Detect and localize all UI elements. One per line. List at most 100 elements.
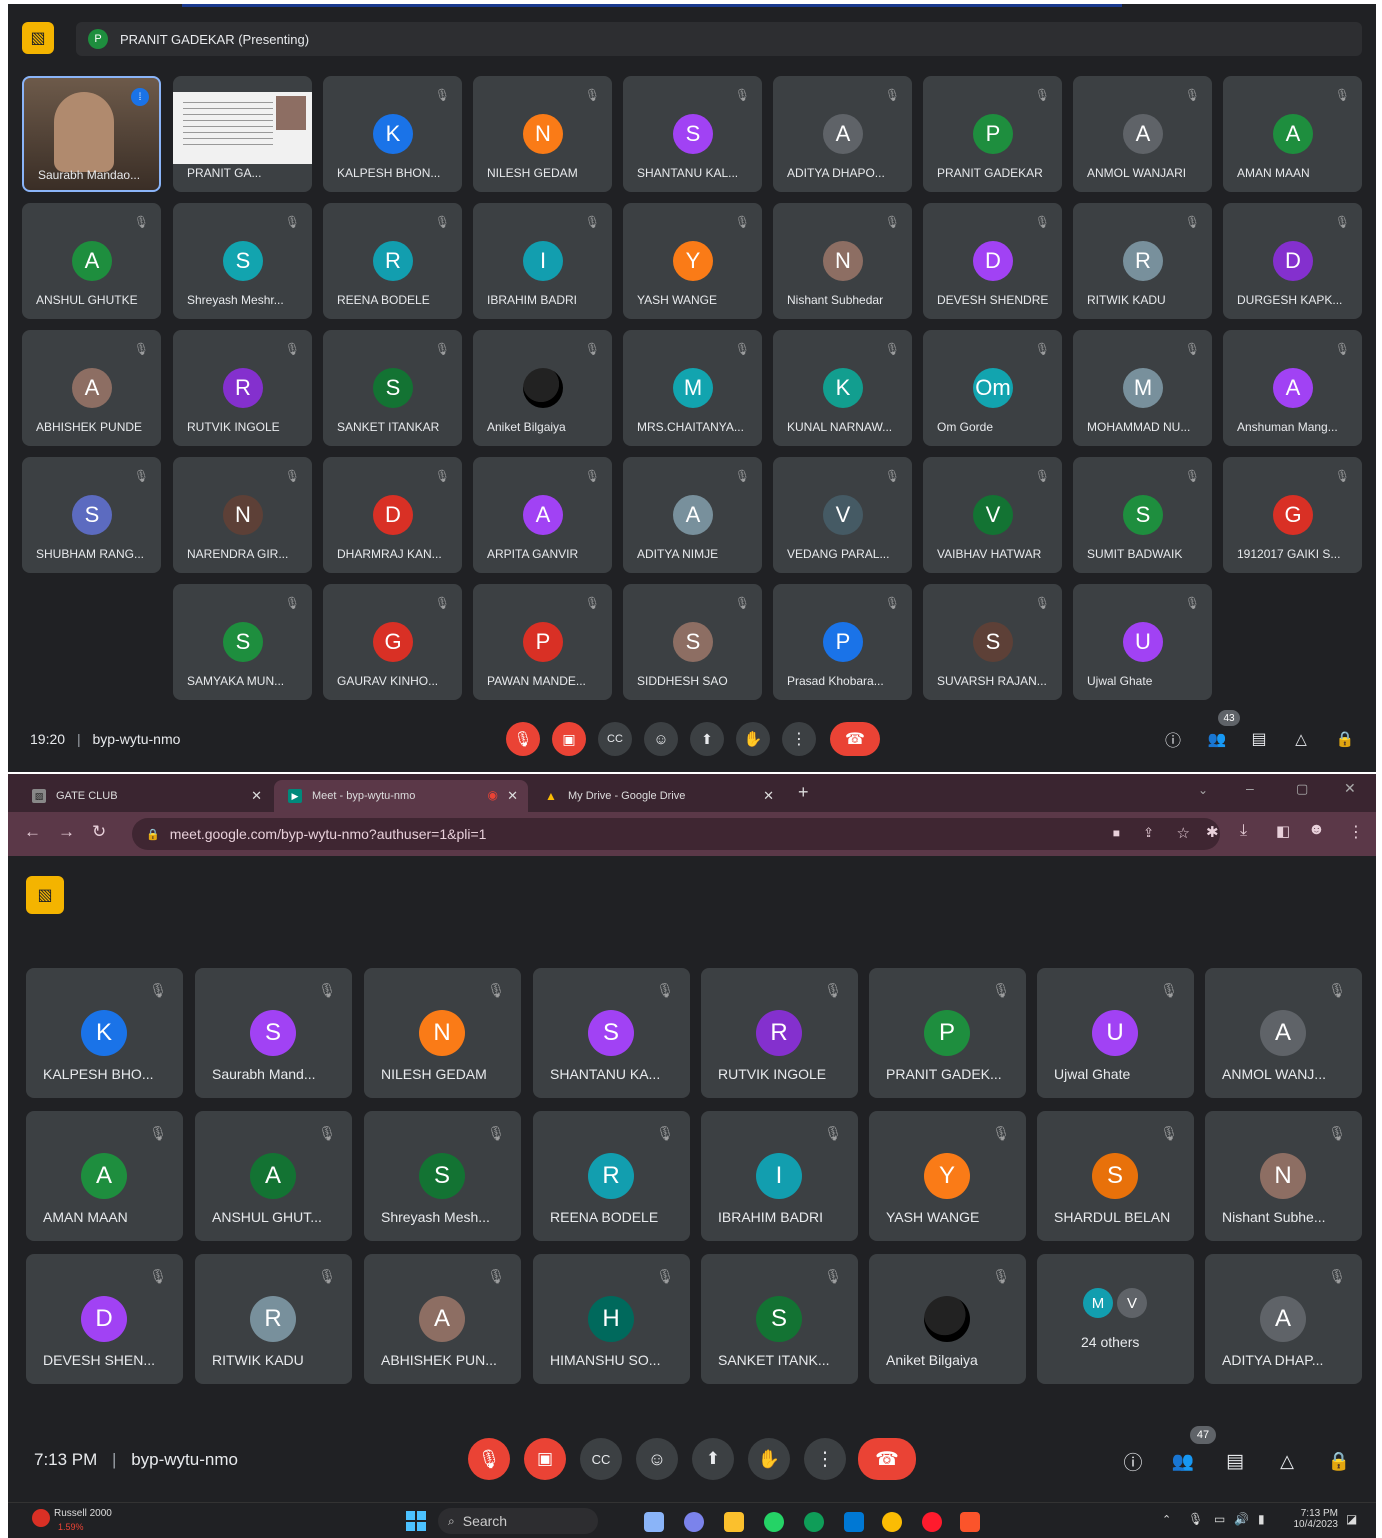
host-controls-icon[interactable]: 🔒 — [1326, 1448, 1352, 1474]
participant-tile[interactable]: 🎙 U Ujwal Ghate — [1037, 968, 1194, 1098]
people-icon[interactable]: 👥 — [1206, 728, 1228, 750]
more-options-icon[interactable]: ⋮ — [782, 722, 816, 756]
side-panel-icon[interactable]: ◧ — [1276, 822, 1290, 840]
download-icon[interactable]: ⤓ — [1240, 822, 1247, 840]
participant-tile[interactable]: 🎙 Aniket Bilgaiya — [869, 1254, 1026, 1384]
edge-icon[interactable] — [804, 1512, 824, 1532]
back-icon[interactable]: ← — [24, 822, 41, 842]
participant-tile[interactable]: 🎙 A AMAN MAAN — [1223, 76, 1362, 192]
participant-tile[interactable]: 🎙 S SANKET ITANKAR — [323, 330, 462, 446]
participant-tile[interactable]: 🎙 U Ujwal Ghate — [1073, 584, 1212, 700]
participant-tile[interactable]: 🎙 H HIMANSHU SO... — [533, 1254, 690, 1384]
participant-tile[interactable]: 🎙 G 1912017 GAIKI S... — [1223, 457, 1362, 573]
chrome-icon[interactable] — [882, 1512, 902, 1532]
participant-tile[interactable]: 🎙 R RUTVIK INGOLE — [701, 968, 858, 1098]
menu-icon[interactable]: ⋮ — [1348, 822, 1364, 842]
tab-meet[interactable]: ▶ Meet - byp-wytu-nmo ◉ ✕ — [274, 780, 528, 812]
participant-tile[interactable]: ⁞ Saurabh Mandao... — [22, 76, 161, 192]
tab-drive[interactable]: ▲ My Drive - Google Drive ✕ — [530, 780, 784, 812]
clock[interactable]: 7:13 PM 10/4/2023 — [1288, 1508, 1339, 1530]
participant-tile[interactable]: 🎙 A ANMOL WANJARI — [1073, 76, 1212, 192]
chat-icon[interactable]: ▤ — [1248, 728, 1270, 750]
participant-tile[interactable]: 🎙 D DEVESH SHEN... — [26, 1254, 183, 1384]
teams-icon[interactable] — [684, 1512, 704, 1532]
mic-muted-icon[interactable]: 🎙 — [506, 722, 540, 756]
participant-tile[interactable]: 🎙 D DURGESH KAPK... — [1223, 203, 1362, 319]
participant-tile[interactable]: 🎙 M MOHAMMAD NU... — [1073, 330, 1212, 446]
participant-tile[interactable]: 🎙 Y YASH WANGE — [623, 203, 762, 319]
participant-tile[interactable]: 🎙 P PRANIT GADEK... — [869, 968, 1026, 1098]
emoji-icon[interactable]: ☺ — [644, 722, 678, 756]
file-explorer-icon[interactable] — [724, 1512, 744, 1532]
participant-tile[interactable]: 🎙 N NILESH GEDAM — [473, 76, 612, 192]
volume-icon[interactable]: 🔊 — [1234, 1512, 1249, 1526]
camera-off-icon[interactable]: ▣ — [552, 722, 586, 756]
battery-icon[interactable]: ▮ — [1258, 1512, 1265, 1526]
camera-off-icon[interactable]: ▣ — [524, 1438, 566, 1480]
tray-expand-icon[interactable]: ⌃ — [1162, 1513, 1171, 1526]
participant-tile[interactable]: 🎙 N NARENDRA GIR... — [173, 457, 312, 573]
profile-avatar-icon[interactable]: ☻ — [1308, 821, 1325, 839]
info-icon[interactable]: ⓘ — [1162, 728, 1184, 750]
close-window-icon[interactable]: ✕ — [1344, 780, 1356, 797]
reload-icon[interactable]: ↻ — [92, 822, 106, 842]
participant-tile[interactable]: 🎙 Om Om Gorde — [923, 330, 1062, 446]
brave-icon[interactable] — [960, 1512, 980, 1532]
participant-tile[interactable]: 🎙 K KALPESH BHON... — [323, 76, 462, 192]
participant-tile[interactable]: 🎙 A ANMOL WANJ... — [1205, 968, 1362, 1098]
participant-tile[interactable]: 🎙 I IBRAHIM BADRI — [473, 203, 612, 319]
present-screen-icon[interactable]: ⬆ — [690, 722, 724, 756]
participant-tile[interactable]: 🎙 S SAMYAKA MUN... — [173, 584, 312, 700]
participant-tile[interactable]: 🎙 R REENA BODELE — [533, 1111, 690, 1241]
minimize-icon[interactable]: – — [1246, 780, 1254, 796]
extensions-icon[interactable]: ✱ — [1206, 823, 1219, 841]
participant-tile[interactable]: 🎙 K KUNAL NARNAW... — [773, 330, 912, 446]
activities-icon[interactable]: △ — [1290, 728, 1312, 750]
participant-tile[interactable]: 🎙 S SHANTANU KAL... — [623, 76, 762, 192]
participant-tile[interactable]: 🎙 A ABHISHEK PUNDE — [22, 330, 161, 446]
participant-tile[interactable]: 🎙 G GAURAV KINHO... — [323, 584, 462, 700]
more-options-icon[interactable]: ⋮ — [804, 1438, 846, 1480]
participant-tile[interactable]: 🎙 A ABHISHEK PUN... — [364, 1254, 521, 1384]
participant-tile[interactable]: 🎙 M MRS.CHAITANYA... — [623, 330, 762, 446]
notification-icon[interactable]: ◪ — [1346, 1512, 1357, 1526]
presenting-logo-icon[interactable]: ▧ — [26, 876, 64, 914]
share-icon[interactable]: ⇪ — [1143, 825, 1154, 841]
participant-tile[interactable]: 🎙 N NILESH GEDAM — [364, 968, 521, 1098]
participant-tile[interactable]: 🎙 A ADITYA DHAP... — [1205, 1254, 1362, 1384]
participant-tile[interactable]: 🎙 S Shreyash Mesh... — [364, 1111, 521, 1241]
whatsapp-icon[interactable] — [764, 1512, 784, 1532]
presenting-bar[interactable]: P PRANIT GADEKAR (Presenting) — [76, 22, 1362, 56]
participant-tile[interactable]: 🎙 P PRANIT GADEKAR — [923, 76, 1062, 192]
participant-tile[interactable]: 🎙 A ANSHUL GHUT... — [195, 1111, 352, 1241]
task-view-icon[interactable] — [644, 1512, 664, 1532]
end-call-icon[interactable]: ☎ — [858, 1438, 916, 1480]
participant-tile[interactable]: M V 24 others — [1037, 1254, 1194, 1384]
tab-gate-club[interactable]: ▨ GATE CLUB ✕ — [18, 780, 272, 812]
participant-tile[interactable]: 🎙 A Anshuman Mang... — [1223, 330, 1362, 446]
stock-widget-icon[interactable] — [32, 1509, 50, 1527]
participant-tile[interactable]: 🎙 R RITWIK KADU — [195, 1254, 352, 1384]
participant-tile[interactable]: 🎙 Y YASH WANGE — [869, 1111, 1026, 1241]
participant-tile[interactable]: 🎙 D DEVESH SHENDRE — [923, 203, 1062, 319]
participant-tile[interactable]: 🎙 V VEDANG PARAL... — [773, 457, 912, 573]
people-icon[interactable]: 👥 — [1170, 1448, 1196, 1474]
tab-search-icon[interactable]: ⌄ — [1198, 783, 1208, 797]
close-tab-icon[interactable]: ✕ — [763, 788, 774, 804]
participant-tile[interactable]: 🎙 S SANKET ITANK... — [701, 1254, 858, 1384]
emoji-icon[interactable]: ☺ — [636, 1438, 678, 1480]
windows-start-icon[interactable] — [406, 1511, 426, 1531]
raise-hand-icon[interactable]: ✋ — [748, 1438, 790, 1480]
raise-hand-icon[interactable]: ✋ — [736, 722, 770, 756]
activities-icon[interactable]: △ — [1274, 1448, 1300, 1474]
end-call-icon[interactable]: ☎ — [830, 722, 880, 756]
participant-tile[interactable]: 🎙 S SUVARSH RAJAN... — [923, 584, 1062, 700]
participant-tile[interactable]: 🎙 R RUTVIK INGOLE — [173, 330, 312, 446]
camera-indicator-icon[interactable]: ■ — [1113, 826, 1120, 840]
participant-tile[interactable]: 🎙 P Prasad Khobara... — [773, 584, 912, 700]
participant-tile[interactable]: 🎙 S Shreyash Meshr... — [173, 203, 312, 319]
bookmark-star-icon[interactable]: ☆ — [1177, 824, 1190, 842]
participant-tile[interactable]: 🎙 A ADITYA NIMJE — [623, 457, 762, 573]
tray-mic-icon[interactable]: 🎙 — [1188, 1512, 1203, 1526]
info-icon[interactable]: ⓘ — [1120, 1448, 1146, 1474]
